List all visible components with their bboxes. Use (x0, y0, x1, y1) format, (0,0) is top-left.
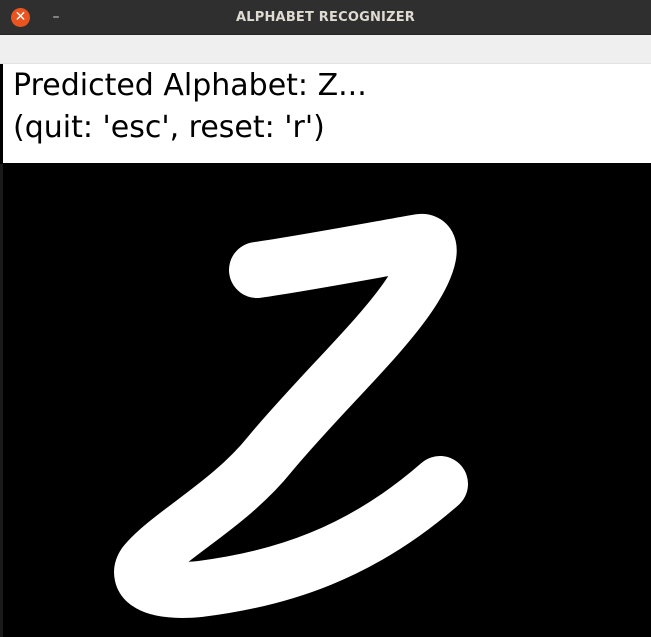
toolbar-strip (0, 35, 651, 64)
app-window: ✕ – ALPHABET RECOGNIZER Predicted Alphab… (0, 0, 651, 637)
title-bar[interactable]: ✕ – ALPHABET RECOGNIZER (0, 0, 651, 35)
drawing-canvas[interactable]: Predicted Alphabet: Z... (quit: 'esc', r… (0, 64, 651, 637)
window-title: ALPHABET RECOGNIZER (236, 10, 415, 25)
handwritten-z-drawing (114, 214, 468, 618)
z-stroke (114, 214, 468, 618)
